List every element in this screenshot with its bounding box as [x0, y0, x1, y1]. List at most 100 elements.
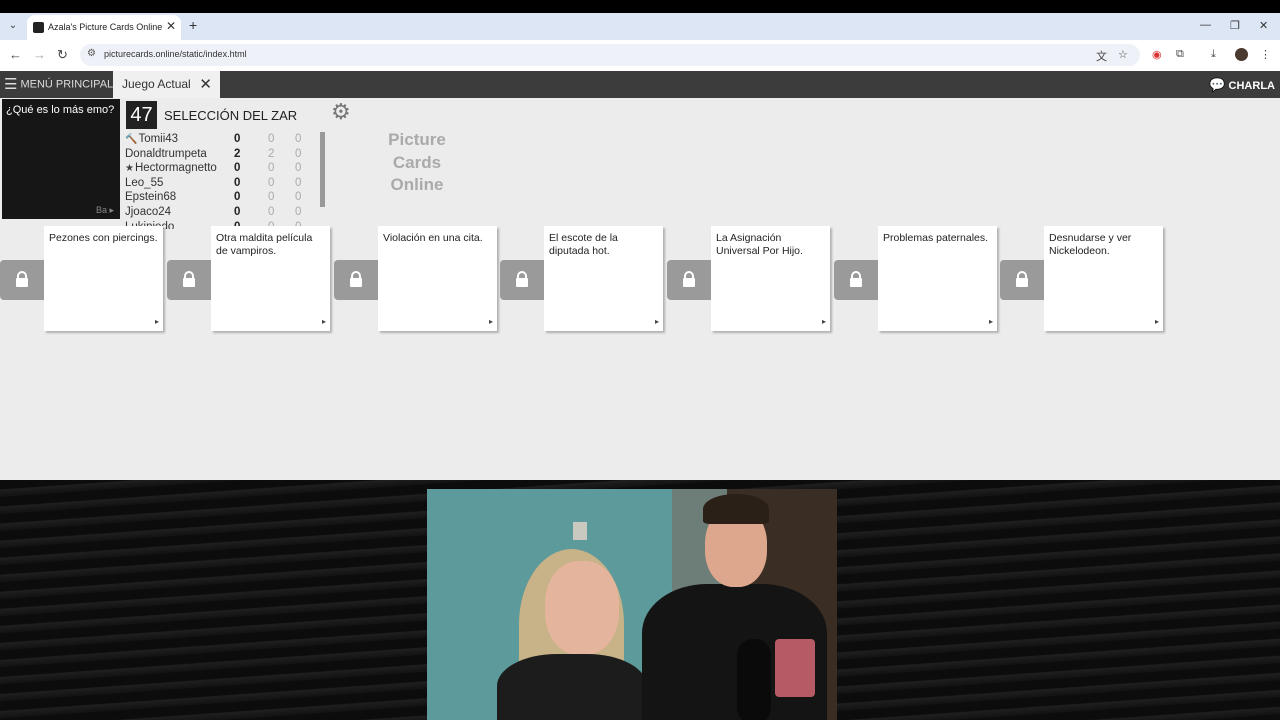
restore-icon[interactable]: ❐ — [1230, 19, 1240, 32]
webcam-person-left-face — [545, 561, 619, 655]
webcam-cup — [775, 639, 815, 697]
player-row: Donaldtrumpeta 2 2 0 — [125, 148, 320, 163]
lock-button[interactable] — [834, 260, 878, 300]
chat-button[interactable]: 💬 CHARLA — [1209, 71, 1275, 98]
lock-button[interactable] — [0, 260, 44, 300]
lock-icon — [683, 271, 695, 287]
white-card-text: Otra maldita película de vampiros. — [216, 232, 313, 257]
hand-card-slot: Problemas paternales. ▸ — [834, 226, 1000, 332]
webcam-feed — [427, 489, 837, 720]
white-card-text: Pezones con piercings. — [49, 232, 158, 244]
browser-menu-icon[interactable]: ⋮ — [1260, 48, 1271, 61]
stream-overlay-background — [0, 480, 1280, 720]
white-card[interactable]: El escote de la diputada hot. ▸ — [544, 226, 663, 331]
card-arrow-icon: ▸ — [654, 317, 659, 326]
profile-avatar[interactable] — [1235, 48, 1248, 61]
player-name: Leo_55 — [125, 176, 164, 189]
player-stat: 0 — [268, 191, 275, 204]
tab-search-icon[interactable]: ⌄ — [4, 17, 22, 35]
extensions-icon[interactable]: ⧉ — [1176, 48, 1184, 61]
player-stat: 0 — [295, 133, 302, 145]
hand-card-slot: Otra maldita película de vampiros. ▸ — [167, 226, 333, 332]
forward-icon[interactable]: → — [33, 47, 46, 62]
card-arrow-icon: ▸ — [488, 317, 493, 326]
browser-tab-title: Azala's Picture Cards Online — [48, 22, 163, 32]
player-row: Leo_55 0 0 0 — [125, 177, 320, 192]
hand-card-slot: El escote de la diputada hot. ▸ — [500, 226, 666, 332]
player-name: 🔨Tomii43 — [125, 133, 179, 145]
lock-icon — [350, 271, 362, 287]
white-card[interactable]: Pezones con piercings. ▸ — [44, 226, 163, 331]
app-navbar: ☰ MENÚ PRINCIPAL Juego Actual ✕ 💬 CHARLA — [0, 71, 1280, 98]
white-card-text: Problemas paternales. — [883, 232, 989, 244]
reload-icon[interactable]: ↻ — [57, 47, 68, 63]
lock-button[interactable] — [500, 260, 544, 300]
game-status: SELECCIÓN DEL ZAR — [164, 108, 298, 123]
site-favicon-icon — [33, 22, 44, 33]
download-icon[interactable]: ⤓ — [1211, 48, 1216, 61]
white-card[interactable]: Desnudarse y ver Nickelodeon. ▸ — [1044, 226, 1163, 331]
translate-icon[interactable]: 文 — [1096, 48, 1107, 64]
player-score: 0 — [234, 176, 241, 189]
white-card[interactable]: Violación en una cita. ▸ — [378, 226, 497, 331]
player-score: 0 — [234, 133, 241, 145]
white-card-text: Desnudarse y ver Nickelodeon. — [1049, 232, 1132, 257]
player-stat: 0 — [295, 205, 302, 218]
window-close-icon[interactable]: ✕ — [1259, 19, 1268, 32]
white-card-text: La Asignación Universal Por Hijo. — [716, 232, 803, 257]
new-tab-button[interactable]: + — [189, 17, 197, 33]
star-icon: ★ — [125, 163, 134, 175]
close-game-icon[interactable]: ✕ — [199, 71, 212, 98]
player-row: Jjoaco24 0 0 0 — [125, 206, 320, 221]
hand-card-slot: Desnudarse y ver Nickelodeon. ▸ — [1000, 226, 1166, 332]
hand-card-slot: Violación en una cita. ▸ — [334, 226, 500, 332]
card-arrow-icon: ▸ — [154, 317, 159, 326]
hand-card-slot: Pezones con piercings. ▸ — [0, 226, 166, 332]
player-stat: 0 — [295, 176, 302, 189]
browser-toolbar: ← → ↻ ⚙ picturecards.online/static/index… — [0, 40, 1280, 71]
site-info-icon[interactable]: ⚙ — [87, 48, 96, 59]
lock-button[interactable] — [667, 260, 711, 300]
lock-icon — [1016, 271, 1028, 287]
player-row: Epstein68 0 0 0 — [125, 191, 320, 206]
player-score: 0 — [234, 191, 241, 204]
tab-current-game[interactable]: Juego Actual ✕ — [113, 71, 220, 98]
tab-close-icon[interactable]: ✕ — [166, 19, 176, 33]
lock-icon — [16, 271, 28, 287]
minimize-icon[interactable]: — — [1200, 19, 1211, 31]
browser-tab-strip: ⌄ Azala's Picture Cards Online ✕ + — ❐ ✕ — [0, 13, 1280, 40]
card-arrow-icon: ▸ — [988, 317, 993, 326]
player-row: 🔨Tomii43 0 0 0 — [125, 133, 320, 148]
lock-button[interactable] — [167, 260, 211, 300]
white-card[interactable]: La Asignación Universal Por Hijo. ▸ — [711, 226, 830, 331]
white-card[interactable]: Problemas paternales. ▸ — [878, 226, 997, 331]
webcam-person-right-hair — [703, 494, 769, 524]
white-card-text: Violación en una cita. — [383, 232, 483, 244]
player-name: Donaldtrumpeta — [125, 147, 207, 160]
bookmark-star-icon[interactable]: ☆ — [1118, 48, 1128, 61]
browser-tab[interactable]: Azala's Picture Cards Online ✕ — [27, 15, 181, 40]
extension-record-icon[interactable]: ◉ — [1152, 48, 1162, 61]
white-card[interactable]: Otra maldita película de vampiros. ▸ — [211, 226, 330, 331]
white-card-text: El escote de la diputada hot. — [549, 232, 618, 257]
back-icon[interactable]: ← — [9, 47, 22, 62]
address-bar[interactable]: ⚙ picturecards.online/static/index.html — [80, 44, 1140, 66]
lock-icon — [850, 271, 862, 287]
player-stat: 2 — [268, 147, 275, 160]
lock-icon — [516, 271, 528, 287]
player-stat: 0 — [268, 133, 275, 145]
game-area: ¿Qué es lo más emo? Ba ▸ 47 SELECCIÓN DE… — [0, 98, 1280, 480]
player-stat: 0 — [295, 191, 302, 204]
lock-button[interactable] — [334, 260, 378, 300]
lock-button[interactable] — [1000, 260, 1044, 300]
scoreboard-scrollbar[interactable] — [320, 132, 325, 207]
card-arrow-icon: ▸ — [1154, 317, 1159, 326]
current-game-label: Juego Actual — [122, 77, 191, 91]
player-score: 2 — [234, 147, 241, 160]
player-stat: 0 — [295, 162, 302, 175]
black-card: ¿Qué es lo más emo? Ba ▸ — [2, 99, 120, 219]
gear-icon[interactable]: ⚙ — [331, 99, 351, 125]
main-menu-label: MENÚ PRINCIPAL — [20, 78, 114, 91]
player-name: Epstein68 — [125, 191, 177, 204]
main-menu-button[interactable]: ☰ MENÚ PRINCIPAL — [4, 71, 113, 98]
